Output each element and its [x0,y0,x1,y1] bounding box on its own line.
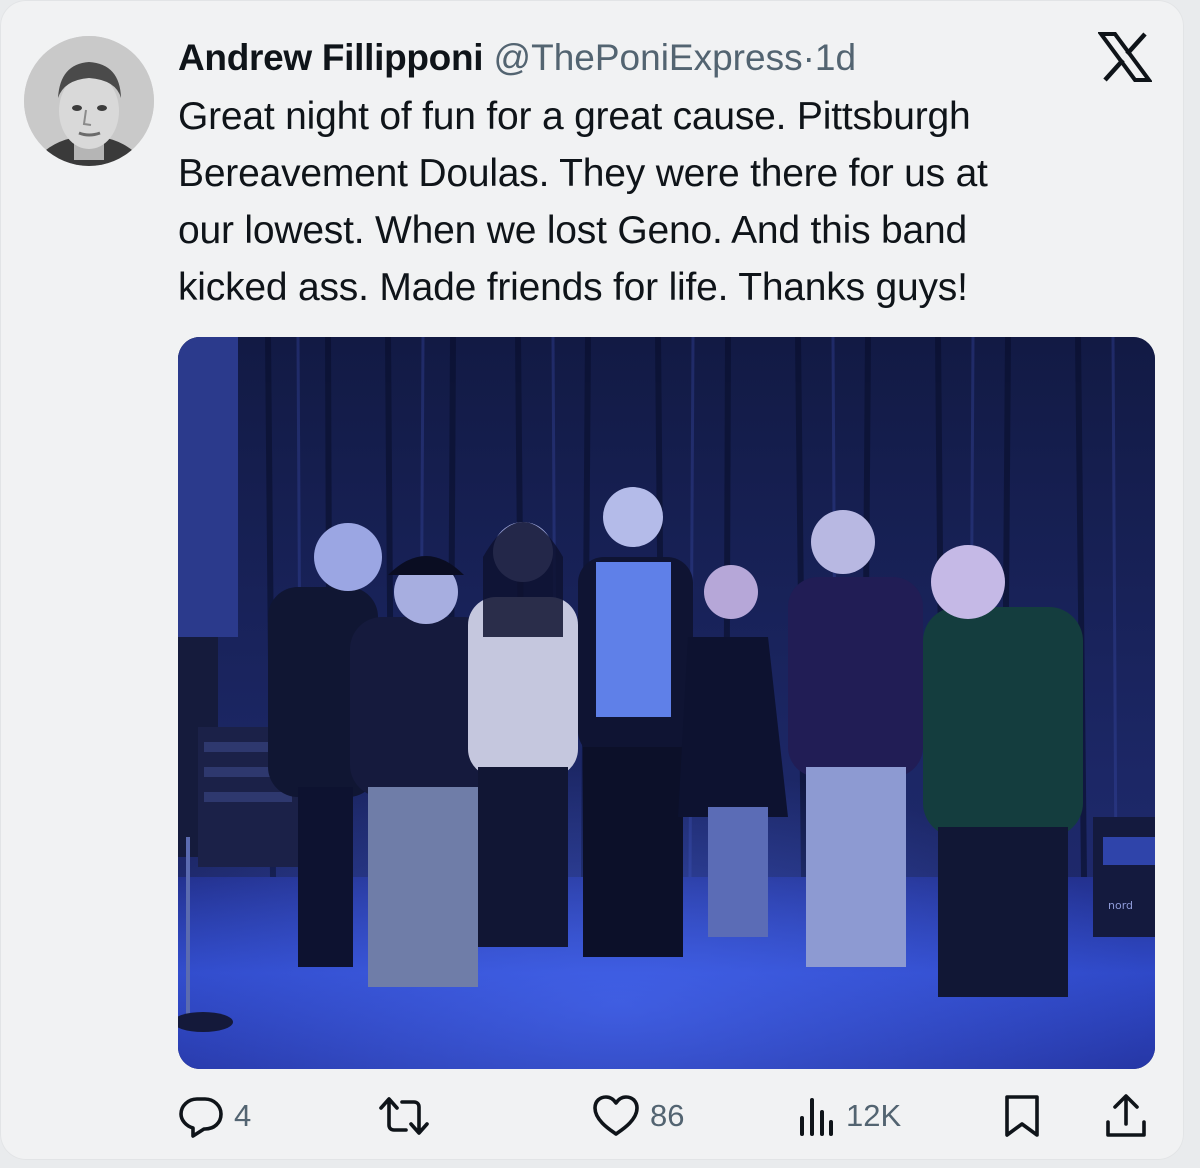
repost-button[interactable] [378,1090,440,1142]
action-bar: 4 86 12K [178,1090,1148,1142]
bookmark-button[interactable] [1002,1090,1042,1142]
views-count: 12K [846,1098,902,1133]
like-button[interactable]: 86 [592,1090,684,1142]
meta-separator: · [802,37,815,78]
repost-icon [379,1097,429,1135]
band-photo: nord [178,337,1155,1069]
views-button[interactable]: 12K [796,1090,901,1142]
tweet-header: Andrew Fillipponi @ThePoniExpress·1d [178,36,856,80]
x-logo-icon [1097,32,1153,82]
tweet-photo[interactable]: nord [178,337,1155,1069]
reply-icon [179,1097,223,1138]
avatar[interactable] [24,36,154,166]
heart-icon [593,1095,639,1136]
tweet-text-line: Bereavement Doulas. They were there for … [178,152,988,195]
tweet-text: Great night of fun for a great cause. Pi… [178,88,1138,316]
bookmark-icon [1005,1095,1039,1137]
author-handle[interactable]: @ThePoniExpress [494,37,803,78]
share-button[interactable] [1104,1090,1148,1142]
reply-count: 4 [234,1098,252,1133]
reply-button[interactable]: 4 [178,1090,251,1142]
keyboard-brand-label: nord [1108,899,1133,912]
tweet-card[interactable]: Andrew Fillipponi @ThePoniExpress·1d Gre… [0,0,1184,1160]
avatar-photo [24,36,154,166]
like-count: 86 [650,1098,685,1133]
timestamp[interactable]: 1d [815,37,856,78]
author-name[interactable]: Andrew Fillipponi [178,37,484,78]
share-icon [1106,1094,1146,1137]
tweet-text-line: our lowest. When we lost Geno. And this … [178,209,967,252]
views-icon [800,1098,833,1136]
tweet-text-line: kicked ass. Made friends for life. Thank… [178,266,968,309]
tweet-text-line: Great night of fun for a great cause. Pi… [178,95,971,138]
